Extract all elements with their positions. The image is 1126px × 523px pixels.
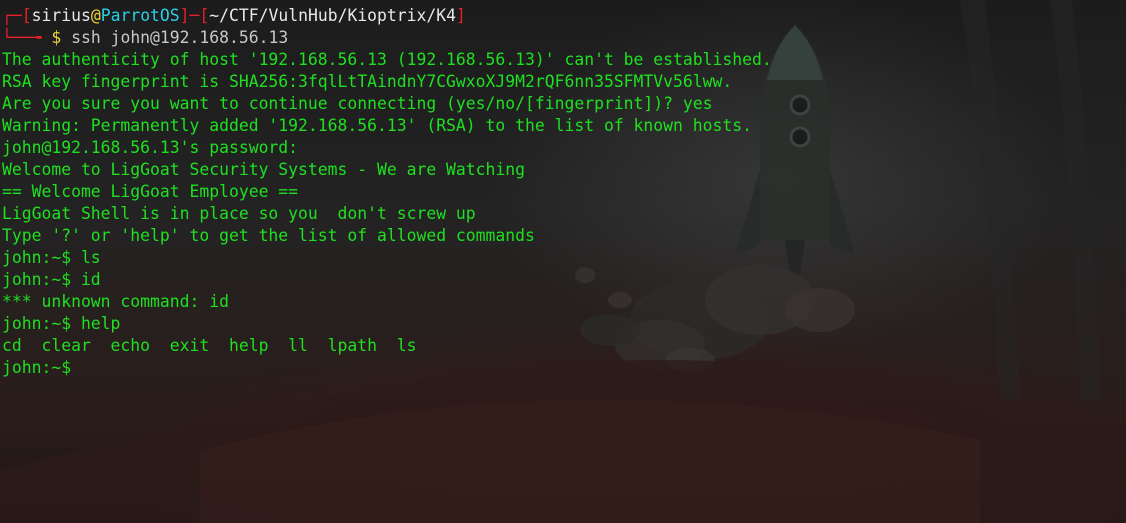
output-line: Are you sure you want to continue connec… <box>2 94 713 113</box>
prompt-path-bracket-open: [ <box>199 6 210 25</box>
output-line: == Welcome LigGoat Employee == <box>2 182 299 201</box>
prompt-header-line: ┌─[sirius@ParrotOS]─[~/CTF/VulnHub/Kiopt… <box>2 5 1122 27</box>
prompt-bracket-close: ] <box>179 6 190 25</box>
output-line: Warning: Permanently added '192.168.56.1… <box>2 116 752 135</box>
prompt-command-line: └──╼ $ ssh john@192.168.56.13 <box>2 27 1122 49</box>
prompt-corner-top: ┌─ <box>2 6 22 25</box>
output-line: RSA key fingerprint is SHA256:3fqlLtTAin… <box>2 72 733 91</box>
output-line: Welcome to LigGoat Security Systems - We… <box>2 160 526 179</box>
output-line: cd clear echo exit help ll lpath ls <box>2 336 417 355</box>
prompt-user: sirius <box>31 6 91 25</box>
output-line: john:~$ id <box>2 270 101 289</box>
terminal-window[interactable]: ┌─[sirius@ParrotOS]─[~/CTF/VulnHub/Kiopt… <box>0 0 1126 523</box>
prompt-separator: ─ <box>189 6 200 25</box>
prompt-command: ssh john@192.168.56.13 <box>71 28 289 47</box>
prompt-host: ParrotOS <box>100 6 180 25</box>
prompt-bracket-open: [ <box>21 6 32 25</box>
output-line: john:~$ ls <box>2 248 101 267</box>
prompt-path: ~/CTF/VulnHub/Kioptrix/K4 <box>209 6 456 25</box>
output-line: *** unknown command: id <box>2 292 229 311</box>
prompt-path-bracket-close: ] <box>456 6 466 25</box>
output-line: Type '?' or 'help' to get the list of al… <box>2 226 535 245</box>
prompt-corner-bottom: └──╼ <box>2 28 42 47</box>
output-line: LigGoat Shell is in place so you don't s… <box>2 204 476 223</box>
current-prompt-line[interactable]: john:~$ <box>2 357 1122 379</box>
terminal-output: ┌─[sirius@ParrotOS]─[~/CTF/VulnHub/Kiopt… <box>2 5 1122 379</box>
prompt-dollar: $ <box>51 28 62 47</box>
output-line: john:~$ help <box>2 314 121 333</box>
output-line: The authenticity of host '192.168.56.13 … <box>2 50 772 69</box>
prompt-at: @ <box>90 6 101 25</box>
output-line: john@192.168.56.13's password: <box>2 138 308 157</box>
